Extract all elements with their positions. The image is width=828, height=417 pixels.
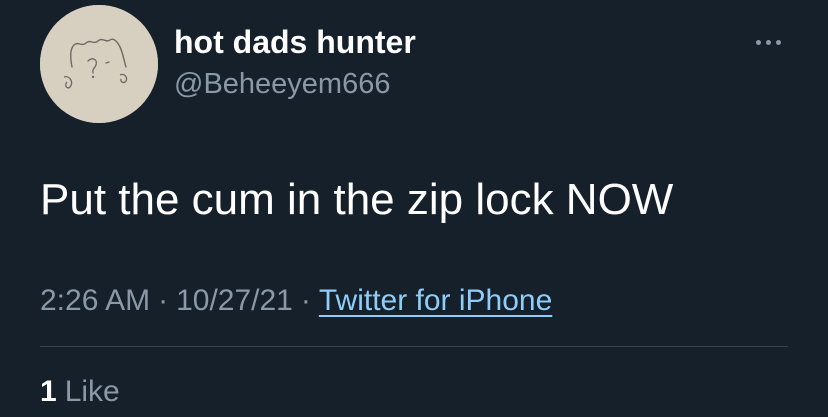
like-count: 1 xyxy=(40,375,57,408)
like-label: Like xyxy=(64,375,120,408)
more-options-button[interactable] xyxy=(748,30,788,54)
tweet-time[interactable]: 2:26 AM xyxy=(40,284,150,317)
tweet-meta: 2:26 AM · 10/27/21 · Twitter for iPhone xyxy=(40,281,552,321)
tweet-detail: hot dads hunter @Beheeyem666 Put the cum… xyxy=(0,0,828,417)
doodle-face-avatar-icon xyxy=(40,5,158,123)
display-name[interactable]: hot dads hunter xyxy=(174,22,416,62)
meta-separator: · xyxy=(300,284,311,317)
tweet-date[interactable]: 10/27/21 xyxy=(176,284,293,317)
tweet-source-link[interactable]: Twitter for iPhone xyxy=(319,284,552,317)
tweet-text: Put the cum in the zip lock NOW xyxy=(40,175,674,224)
more-horizontal-icon-dot xyxy=(775,39,781,45)
more-horizontal-icon xyxy=(755,39,761,45)
avatar[interactable] xyxy=(40,5,158,123)
likes-link[interactable]: 1 Like xyxy=(40,372,120,412)
meta-separator: · xyxy=(158,284,169,317)
more-horizontal-icon-dot xyxy=(765,39,771,45)
user-handle[interactable]: @Beheeyem666 xyxy=(174,66,390,102)
divider xyxy=(40,346,788,347)
